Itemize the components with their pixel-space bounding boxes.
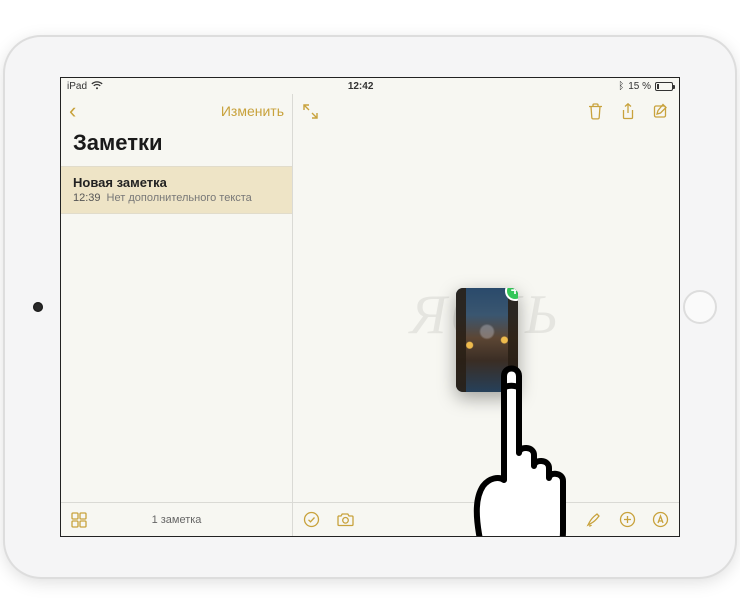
detail-toolbar	[293, 502, 679, 536]
note-subtitle: 12:39 Нет дополнительного текста	[73, 192, 280, 204]
home-button[interactable]	[683, 290, 717, 324]
note-preview: Нет дополнительного текста	[107, 192, 252, 204]
folder-title: Заметки	[61, 128, 292, 166]
device-label: iPad	[67, 81, 87, 92]
battery-text: 15 %	[628, 81, 651, 92]
back-button[interactable]: ‹	[69, 98, 76, 124]
trash-icon[interactable]	[588, 103, 603, 120]
compose-icon[interactable]	[653, 103, 669, 120]
ipad-frame: iPad 12:42 ᛒ 15 % ‹ Изменить	[5, 37, 735, 577]
dragged-image-thumbnail[interactable]: +	[456, 288, 518, 392]
battery-icon	[655, 82, 673, 91]
bluetooth-icon: ᛒ	[618, 81, 624, 92]
checklist-icon[interactable]	[303, 511, 320, 528]
markup-icon[interactable]	[652, 511, 669, 528]
add-badge-icon: +	[505, 288, 518, 301]
notes-sidebar: ‹ Изменить Заметки Новая заметка 12:39 Не…	[61, 94, 293, 536]
camera-icon[interactable]	[336, 512, 355, 527]
expand-icon[interactable]	[303, 104, 318, 119]
sidebar-nav: ‹ Изменить	[61, 94, 292, 128]
note-list-item[interactable]: Новая заметка 12:39 Нет дополнительного т…	[61, 166, 292, 214]
note-time: 12:39	[73, 192, 101, 204]
note-count: 1 заметка	[87, 514, 266, 526]
status-bar: iPad 12:42 ᛒ 15 %	[61, 78, 679, 94]
screen: iPad 12:42 ᛒ 15 % ‹ Изменить	[60, 77, 680, 537]
add-icon[interactable]	[619, 511, 636, 528]
sidebar-toolbar: 1 заметка	[61, 502, 292, 536]
front-camera	[33, 302, 43, 312]
share-icon[interactable]	[621, 103, 635, 120]
detail-nav	[293, 94, 679, 128]
attachments-icon[interactable]	[71, 512, 87, 528]
sketch-icon[interactable]	[586, 511, 603, 528]
clock: 12:42	[348, 81, 374, 92]
note-title: Новая заметка	[73, 175, 280, 190]
edit-button[interactable]: Изменить	[221, 103, 284, 119]
wifi-icon	[91, 81, 103, 92]
